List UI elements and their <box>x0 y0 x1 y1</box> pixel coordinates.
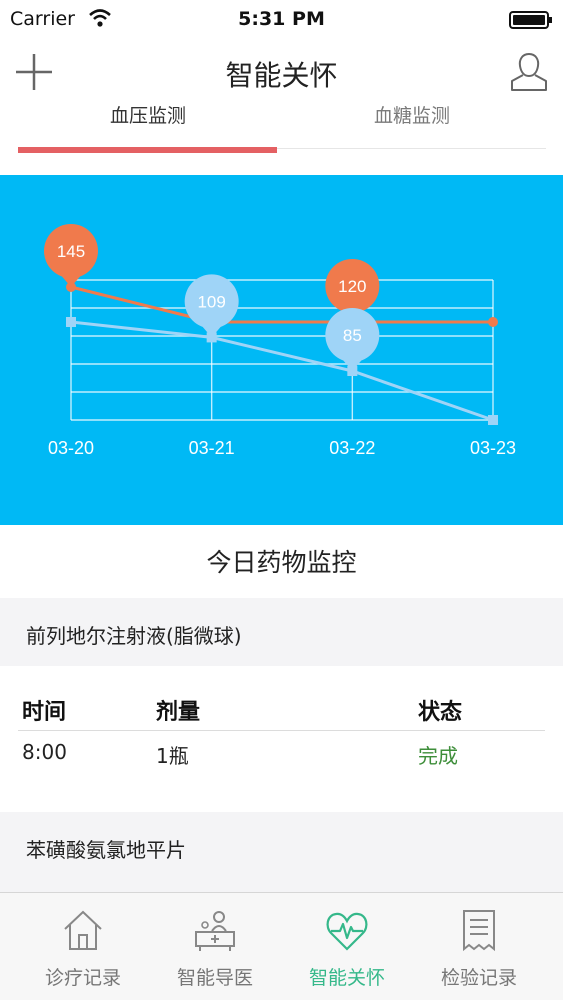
table-cell-dose: 1瓶 <box>156 744 189 768</box>
status-bar: Carrier 5:31 PM <box>0 0 563 38</box>
page-title: 智能关怀 <box>225 59 338 92</box>
tab-divider <box>277 148 546 149</box>
medication-item-header[interactable]: 苯磺酸氨氯地平片 <box>0 812 563 892</box>
tab-blood-glucose[interactable]: 血糖监测 <box>278 100 546 140</box>
status-time: 5:31 PM <box>238 8 325 30</box>
medication-name: 苯磺酸氨氯地平片 <box>26 838 186 862</box>
tab-label: 检验记录 <box>440 967 517 989</box>
data-point <box>66 317 76 327</box>
monitor-tabs: 血压监测 血糖监测 <box>18 100 546 154</box>
series-line <box>70 320 494 422</box>
callout-label: 145 <box>57 242 85 261</box>
medication-item-header[interactable]: 前列地尔注射液(脂微球) <box>0 598 563 666</box>
column-header-dose: 剂量 <box>156 700 201 725</box>
table-cell-status: 完成 <box>418 744 458 768</box>
x-tick-label: 03-22 <box>329 438 375 458</box>
table-cell-time: 8:00 <box>22 740 67 764</box>
tab-diagnosis-records[interactable]: 诊疗记录 <box>13 893 153 1000</box>
table-divider <box>18 730 545 731</box>
tab-label: 诊疗记录 <box>44 967 121 989</box>
tab-label: 智能导医 <box>176 967 253 989</box>
tab-lab-records[interactable]: 检验记录 <box>409 893 549 1000</box>
callout-label: 85 <box>343 326 362 345</box>
tab-smart-guide[interactable]: 智能导医 <box>145 893 285 1000</box>
x-tick-label: 03-23 <box>470 438 516 458</box>
bottom-tab-bar: 诊疗记录 智能导医 智能关怀 检验记录 <box>0 892 563 1000</box>
tab-smart-care[interactable]: 智能关怀 <box>277 893 417 1000</box>
doctor-desk-icon <box>195 911 235 951</box>
medication-name: 前列地尔注射液(脂微球) <box>26 624 242 648</box>
add-button[interactable] <box>14 52 54 92</box>
medication-section-title: 今日药物监控 <box>206 548 357 577</box>
user-profile-icon[interactable] <box>509 50 549 92</box>
column-header-status: 状态 <box>418 700 463 725</box>
callout-label: 120 <box>338 277 366 296</box>
tab-active-indicator <box>18 147 277 153</box>
tab-blood-pressure[interactable]: 血压监测 <box>18 100 278 140</box>
heart-pulse-icon <box>326 912 368 951</box>
tab-label: 智能关怀 <box>308 967 385 989</box>
column-header-time: 时间 <box>22 700 67 725</box>
x-tick-label: 03-21 <box>189 438 235 458</box>
medication-table: 时间 剂量 状态 8:00 1瓶 完成 <box>0 666 563 812</box>
chart-canvas: 03-20 03-21 03-22 03-23 145 120 109 85 <box>44 224 516 458</box>
house-icon <box>64 910 102 950</box>
battery-icon <box>509 11 552 29</box>
x-tick-label: 03-20 <box>48 438 94 458</box>
data-point <box>488 317 498 327</box>
receipt-icon <box>463 910 495 952</box>
nav-bar: 智能关怀 <box>0 38 563 100</box>
series-line <box>70 285 493 324</box>
callout-label: 109 <box>197 292 225 311</box>
data-point <box>488 415 498 425</box>
blood-pressure-chart: 03-20 03-21 03-22 03-23 145 120 109 85 <box>0 175 563 525</box>
